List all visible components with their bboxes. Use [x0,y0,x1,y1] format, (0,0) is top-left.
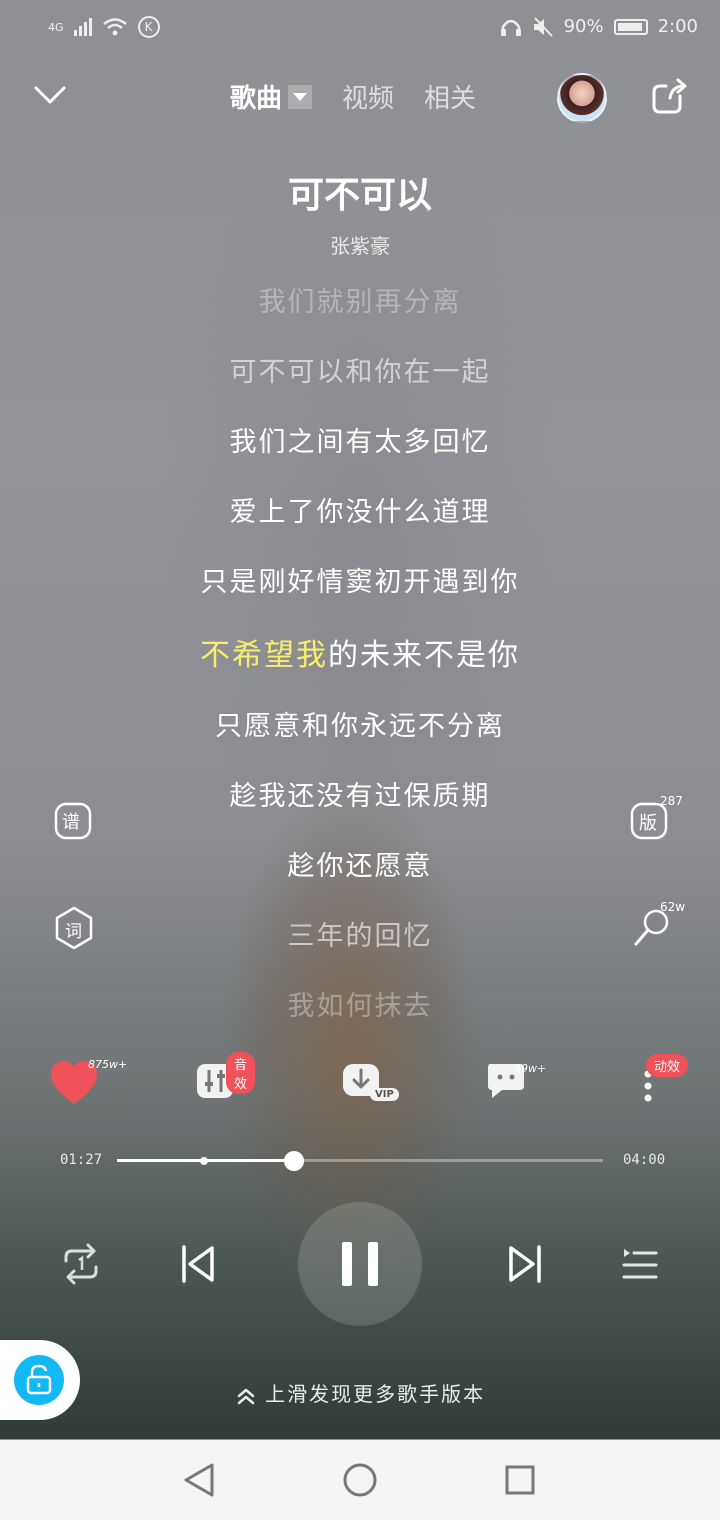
lyric-line: 只愿意和你永远不分离 [215,711,505,742]
lyric-button[interactable]: 词 [52,906,96,950]
comment-count: 99w+ [514,1062,547,1075]
like-button[interactable]: 875w+ [50,1058,127,1110]
next-icon[interactable] [505,1243,545,1285]
version-count: 287 [660,794,683,808]
playlist-icon[interactable] [620,1245,660,1285]
progress-marker [200,1156,209,1165]
system-nav-bar [0,1440,720,1520]
mute-icon [533,16,553,37]
current-time: 01:27 [60,1152,103,1168]
double-chevron-up-icon [237,1388,255,1404]
pause-button[interactable] [298,1202,422,1326]
lyric-line: 我们就别再分离 [258,287,462,318]
lyric-line: 我如何抹去 [287,991,433,1022]
home-icon[interactable] [342,1462,378,1498]
battery-percent: 90% [563,16,604,37]
version-button[interactable]: 版 287 [628,794,683,844]
network-type: 4G [48,20,64,34]
clock: 2:00 [657,16,698,37]
headphones-icon [500,19,521,36]
wifi-icon [102,18,127,36]
pause-bar-right [368,1242,378,1286]
repeat-icon[interactable] [60,1243,102,1285]
previous-icon[interactable] [178,1243,218,1285]
download-button[interactable]: VIP [342,1060,399,1110]
battery-icon [613,18,648,35]
effect-badge: 音效 [226,1052,256,1094]
collapse-chevron-icon[interactable] [30,78,70,114]
song-title: 可不可以 [287,175,432,216]
tab-song[interactable]: 歌曲 [230,78,313,115]
artist-avatar[interactable] [557,73,607,123]
motion-badge: 动效 [646,1054,689,1077]
tab-video[interactable]: 视频 [342,78,394,115]
progress-bar[interactable] [117,1151,603,1171]
vip-badge: VIP [370,1088,399,1101]
lyric-rest-part: 的未来不是你 [328,638,520,673]
recents-icon[interactable] [504,1464,536,1496]
like-count: 875w+ [88,1058,128,1071]
lyric-line: 爱上了你没什么道理 [229,497,491,528]
lyric-line: 只是刚好情窦初开遇到你 [200,567,520,598]
sing-button[interactable]: 62w [628,900,685,950]
pause-bar-left [342,1242,352,1286]
lyric-sung-part: 不希望我 [200,638,328,673]
header-tabs: 歌曲 视频 相关 [230,78,476,115]
sound-effect-button[interactable]: 音效 [196,1052,256,1110]
status-bar: 4G K 90% 2:00 [0,0,720,56]
signal-icon [73,18,92,36]
lyric-line: 趁你还愿意 [287,851,433,882]
lyric-line: 趁我还没有过保质期 [229,781,491,812]
lyric-line: 我们之间有太多回忆 [229,427,491,458]
comment-button[interactable]: 99w+ [486,1060,546,1110]
current-lyric-line: 不希望我的未来不是你 [0,630,720,674]
more-button[interactable]: 动效 [640,1054,690,1110]
dropdown-icon[interactable] [288,84,313,109]
k-icon: K [137,16,160,38]
sing-count: 62w [660,900,686,914]
score-button[interactable]: 谱 [52,800,96,844]
tab-related[interactable]: 相关 [424,78,476,115]
share-icon[interactable] [650,78,690,116]
back-icon[interactable] [182,1462,216,1498]
lyric-line: 可不可以和你在一起 [229,357,491,388]
artist-name[interactable]: 张紫豪 [0,230,720,259]
total-time: 04:00 [623,1152,666,1168]
swipe-hint[interactable]: 上滑发现更多歌手版本 [0,1378,720,1407]
lyric-line: 三年的回忆 [287,921,433,952]
